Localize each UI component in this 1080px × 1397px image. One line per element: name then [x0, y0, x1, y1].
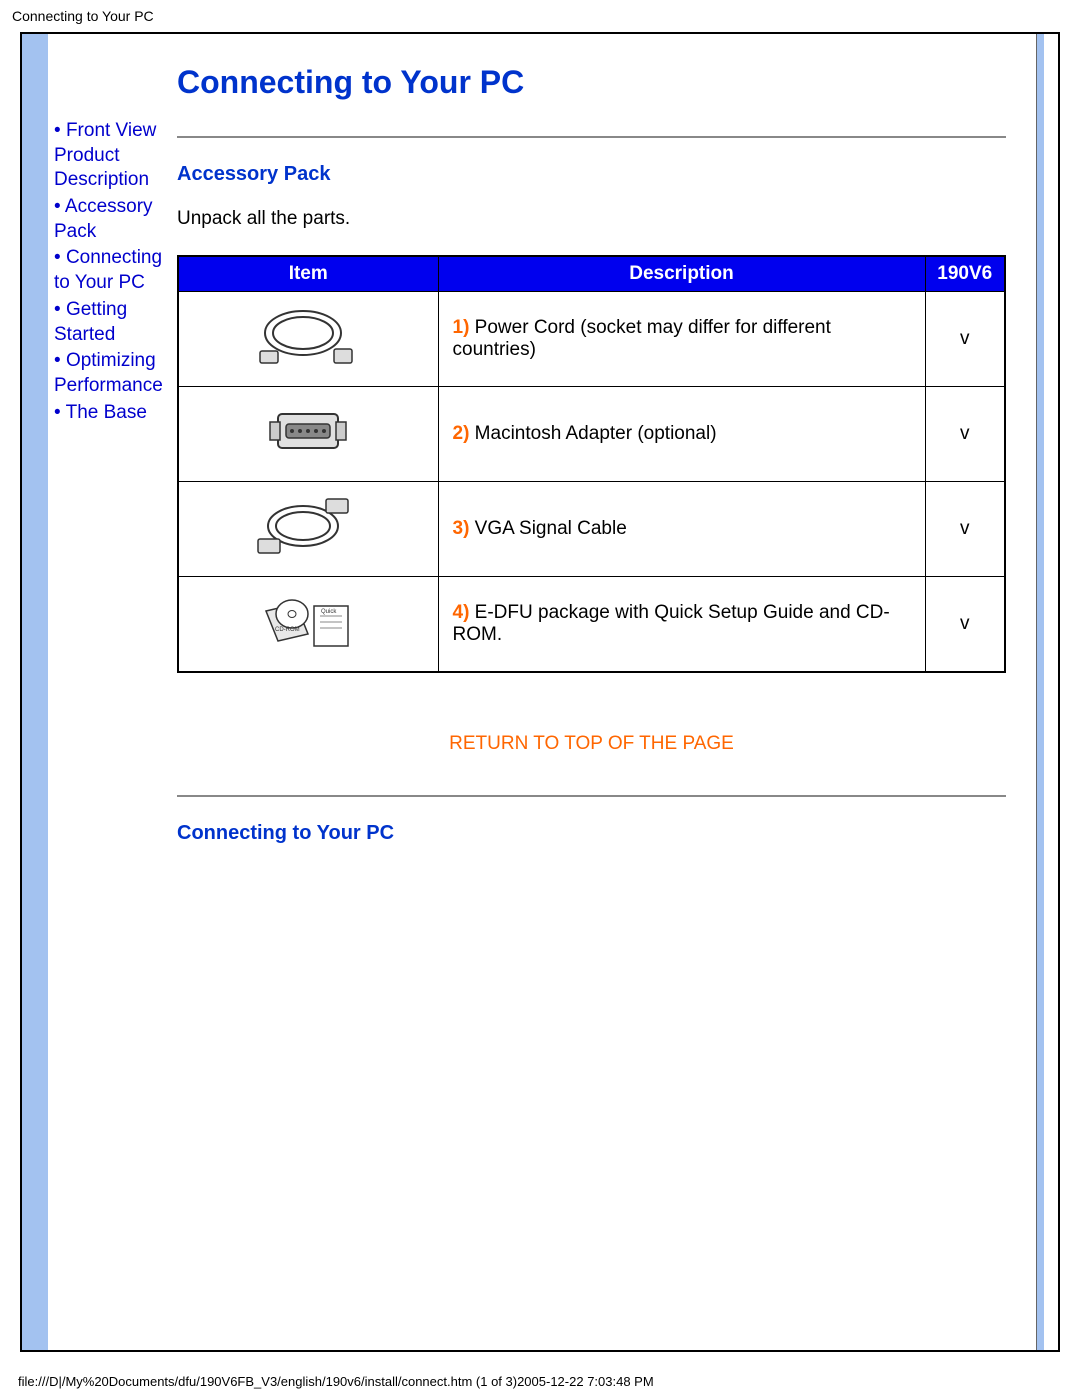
item-description-cell: 2) Macintosh Adapter (optional) [438, 387, 925, 482]
item-description-cell: 3) VGA Signal Cable [438, 482, 925, 577]
page-title: Connecting to Your PC [177, 64, 1006, 101]
vga-cable-icon [248, 491, 368, 561]
bullet-icon: • [54, 247, 66, 268]
table-header-description: Description [438, 256, 925, 292]
page-header-title: Connecting to Your PC [0, 0, 1080, 32]
power-cord-icon [248, 301, 368, 371]
bullet-icon: • [54, 402, 66, 423]
item-image-cell [178, 387, 438, 482]
table-row: CD-ROM Quick 4) E-DFU package with Quick… [178, 577, 1005, 672]
item-number: 4) [453, 602, 470, 623]
right-border-strip [1044, 34, 1058, 1350]
sidebar-item-label: Optimizing Performance [54, 350, 163, 396]
left-decorative-strip [22, 34, 48, 1350]
sidebar-item-accessory-pack[interactable]: • Accessory Pack [54, 195, 173, 244]
table-header-row: Item Description 190V6 [178, 256, 1005, 292]
sidebar-item-optimizing[interactable]: • Optimizing Performance [54, 349, 173, 398]
right-scrollbar-strip[interactable] [1036, 34, 1044, 1350]
item-desc-text: Macintosh Adapter (optional) [469, 423, 716, 444]
sidebar-item-label: Connecting to Your PC [54, 247, 162, 293]
svg-text:CD-ROM: CD-ROM [275, 627, 300, 633]
item-number: 1) [453, 317, 470, 338]
sidebar-item-label: Front View Product Description [54, 120, 156, 190]
table-header-model: 190V6 [925, 256, 1005, 292]
sidebar-item-front-view[interactable]: • Front View Product Description [54, 119, 173, 193]
bullet-icon: • [54, 299, 66, 320]
main-content: Connecting to Your PC Accessory Pack Unp… [173, 34, 1036, 1350]
sidebar-nav: • Front View Product Description • Acces… [48, 34, 173, 1350]
edfu-package-icon: CD-ROM Quick [248, 586, 368, 656]
item-number: 3) [453, 518, 470, 539]
content-area: • Front View Product Description • Acces… [48, 34, 1036, 1350]
divider [177, 136, 1006, 138]
sidebar-item-getting-started[interactable]: • Getting Started [54, 298, 173, 347]
item-check-cell: v [925, 387, 1005, 482]
sidebar-item-label: The Base [66, 402, 147, 423]
item-number: 2) [453, 423, 470, 444]
document-frame: • Front View Product Description • Acces… [20, 32, 1060, 1352]
section-heading-accessory: Accessory Pack [177, 163, 1006, 186]
section-heading-connecting: Connecting to Your PC [177, 822, 1006, 845]
sidebar-item-the-base[interactable]: • The Base [54, 401, 173, 426]
item-desc-text: E-DFU package with Quick Setup Guide and… [453, 602, 890, 645]
table-row: 1) Power Cord (socket may differ for dif… [178, 292, 1005, 387]
table-header-item: Item [178, 256, 438, 292]
sidebar-item-label: Accessory Pack [54, 196, 153, 242]
accessory-table: Item Description 190V6 [177, 255, 1006, 673]
bullet-icon: • [54, 120, 66, 141]
item-check-cell: v [925, 292, 1005, 387]
item-desc-text: VGA Signal Cable [469, 518, 626, 539]
table-row: 3) VGA Signal Cable v [178, 482, 1005, 577]
divider [177, 795, 1006, 797]
table-row: 2) Macintosh Adapter (optional) v [178, 387, 1005, 482]
item-description-cell: 4) E-DFU package with Quick Setup Guide … [438, 577, 925, 672]
bullet-icon: • [54, 196, 65, 217]
item-image-cell [178, 482, 438, 577]
item-description-cell: 1) Power Cord (socket may differ for dif… [438, 292, 925, 387]
macintosh-adapter-icon [248, 396, 368, 466]
item-desc-text: Power Cord (socket may differ for differ… [453, 317, 831, 360]
return-to-top-link[interactable]: RETURN TO TOP OF THE PAGE [177, 733, 1006, 755]
sidebar-item-label: Getting Started [54, 299, 127, 345]
item-check-cell: v [925, 482, 1005, 577]
item-image-cell: CD-ROM Quick [178, 577, 438, 672]
item-image-cell [178, 292, 438, 387]
section-body-text: Unpack all the parts. [177, 208, 1006, 230]
bullet-icon: • [54, 350, 66, 371]
sidebar-item-connecting[interactable]: • Connecting to Your PC [54, 246, 173, 295]
footer-file-path: file:///D|/My%20Documents/dfu/190V6FB_V3… [18, 1374, 654, 1389]
svg-text:Quick: Quick [321, 609, 337, 615]
item-check-cell: v [925, 577, 1005, 672]
